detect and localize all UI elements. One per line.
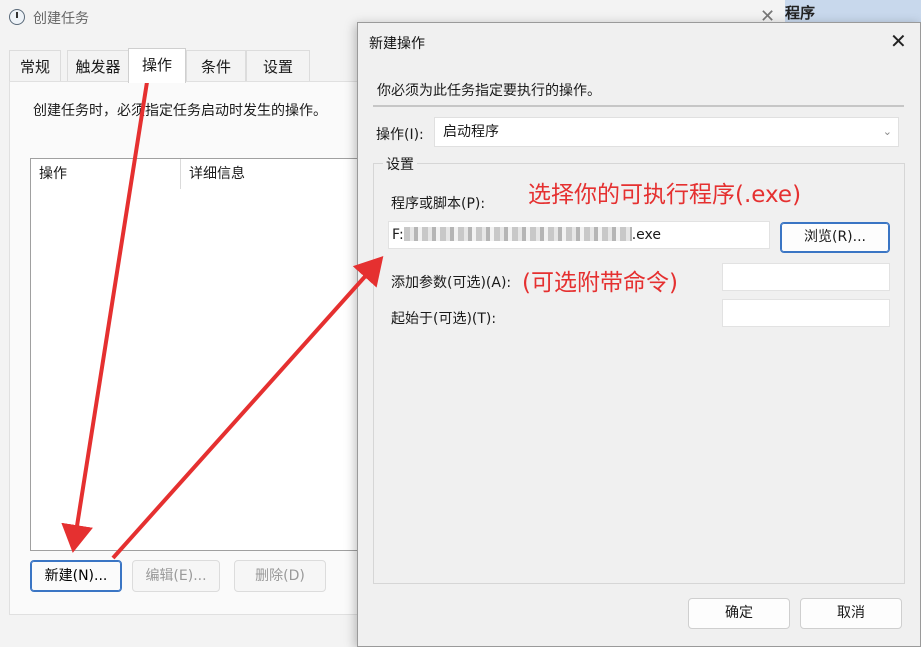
tab-conditions[interactable]: 条件 [186, 50, 246, 82]
dialog-title: 新建操作 [369, 36, 425, 52]
redacted-path [403, 227, 632, 241]
start-in-input[interactable] [722, 299, 890, 327]
column-header-action[interactable]: 操作 [31, 159, 181, 189]
clock-icon [9, 9, 25, 25]
program-label: 程序或脚本(P): [391, 196, 486, 212]
dialog-instruction: 你必须为此任务指定要执行的操作。 [377, 83, 601, 99]
chevron-down-icon[interactable]: ⌄ [883, 118, 892, 146]
column-header-details[interactable]: 详细信息 [181, 159, 371, 189]
window-title: 创建任务 [33, 11, 89, 27]
background-window-title-fragment: 程序 [785, 4, 816, 22]
panel-description: 创建任务时，必须指定任务启动时发生的操作。 [33, 103, 327, 119]
browse-button[interactable]: 浏览(R)... [780, 222, 890, 253]
program-value-suffix: .exe [631, 227, 661, 243]
program-value-prefix: F: [392, 227, 404, 243]
program-input[interactable]: F: .exe [388, 221, 770, 249]
arguments-label: 添加参数(可选)(A): [391, 275, 512, 291]
settings-legend: 设置 [383, 154, 417, 174]
tab-settings[interactable]: 设置 [246, 50, 310, 82]
cancel-button[interactable]: 取消 [800, 598, 902, 629]
start-in-label: 起始于(可选)(T): [391, 311, 497, 327]
action-type-label: 操作(I): [376, 127, 424, 143]
delete-action-button[interactable]: 删除(D) [234, 560, 326, 592]
annotation-program-hint: 选择你的可执行程序(.exe) [528, 182, 802, 208]
new-action-dialog: 新建操作 ✕ 你必须为此任务指定要执行的操作。 操作(I): 启动程序 ⌄ 设置… [357, 22, 921, 647]
divider [373, 105, 904, 107]
action-type-value: 启动程序 [443, 124, 499, 140]
close-icon[interactable]: ✕ [890, 29, 907, 53]
dialog-title-bar: 新建操作 ✕ [358, 23, 920, 61]
arguments-input[interactable] [722, 263, 890, 291]
tab-actions[interactable]: 操作 [128, 48, 186, 83]
new-action-button[interactable]: 新建(N)... [30, 560, 122, 592]
tab-triggers[interactable]: 触发器 [67, 50, 129, 82]
action-type-select[interactable]: 启动程序 ⌄ [434, 117, 899, 147]
ok-button[interactable]: 确定 [688, 598, 790, 629]
actions-list[interactable]: 操作 详细信息 [30, 158, 370, 551]
tab-general[interactable]: 常规 [9, 50, 61, 82]
edit-action-button[interactable]: 编辑(E)... [132, 560, 220, 592]
annotation-args-hint: (可选附带命令) [522, 270, 678, 296]
